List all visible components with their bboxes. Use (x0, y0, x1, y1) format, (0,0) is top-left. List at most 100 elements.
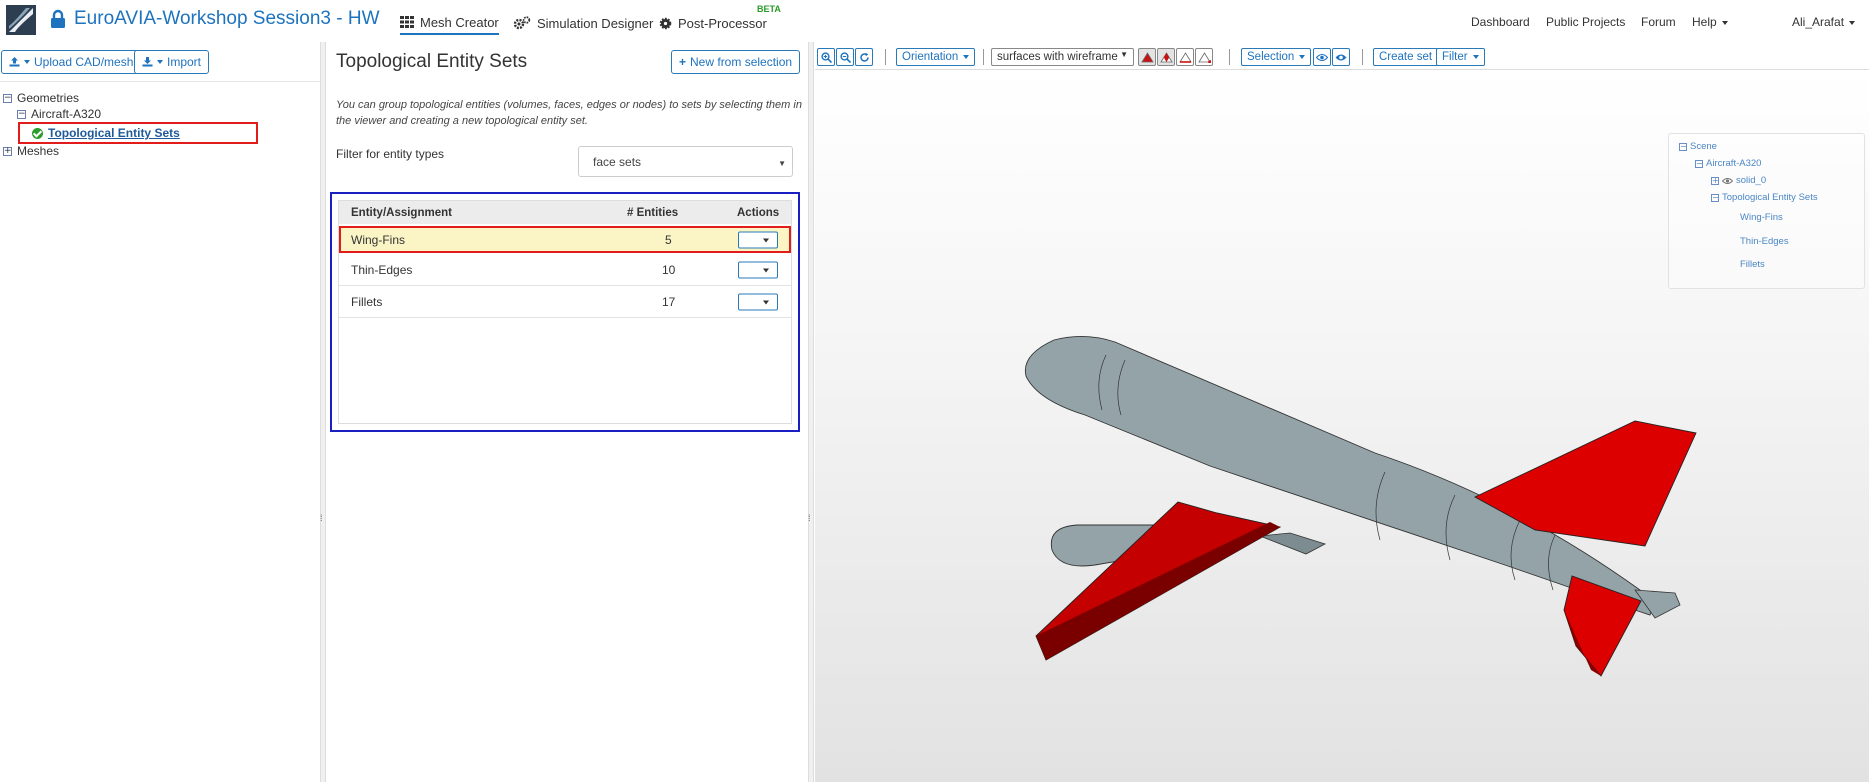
resize-handle-icon[interactable]: ⁞ (808, 513, 811, 523)
scene-tree-overlay: − Scene − Aircraft-A320 + solid_0 − Topo… (1668, 133, 1865, 289)
table-row[interactable]: Wing-Fins 5 (339, 226, 791, 253)
table-header: Entity/Assignment # Entities Actions (339, 201, 791, 224)
scene-tree-aircraft[interactable]: − Aircraft-A320 (1695, 158, 1761, 169)
eye-show-icon[interactable] (1332, 48, 1350, 66)
tree-label: Meshes (17, 144, 60, 158)
new-from-selection-button[interactable]: + New from selection (671, 50, 801, 74)
upload-button-label: Upload CAD/mesh (34, 55, 134, 69)
selection-dropdown[interactable]: Selection (1241, 48, 1312, 66)
selection-label: Selection (1247, 51, 1295, 63)
tab-label: Mesh Creator (420, 14, 499, 30)
upload-cad-mesh-button[interactable]: Upload CAD/mesh (1, 50, 142, 74)
row-actions-dropdown[interactable] (738, 293, 778, 310)
entity-name: Fillets (351, 294, 383, 309)
nav-help-menu[interactable]: Help (1692, 15, 1728, 29)
nav-forum-link[interactable]: Forum (1641, 15, 1676, 29)
tab-post-processor[interactable]: Post-Processor (659, 13, 767, 33)
plus-icon: + (679, 55, 687, 69)
toolbar-divider (1362, 49, 1363, 65)
collapse-icon[interactable]: − (1711, 193, 1719, 202)
tree-label: Aircraft-A320 (31, 107, 102, 121)
scene-label: Topological Entity Sets (1722, 192, 1818, 203)
entity-count: 17 (662, 294, 676, 309)
scene-tree-set-item[interactable]: Thin-Edges (1740, 236, 1789, 247)
chevron-down-icon (24, 60, 30, 64)
user-menu[interactable]: Ali_Arafat (1792, 15, 1856, 29)
chevron-down-icon (157, 60, 163, 64)
zoom-out-icon[interactable] (836, 48, 854, 66)
select-faces-icon[interactable] (1157, 48, 1175, 66)
row-actions-dropdown[interactable] (738, 261, 778, 278)
eye-hide-icon[interactable] (1313, 48, 1331, 66)
collapse-icon[interactable]: − (1679, 142, 1687, 151)
3d-canvas[interactable]: − Scene − Aircraft-A320 + solid_0 − Topo… (815, 70, 1869, 782)
select-edges-icon[interactable] (1176, 48, 1194, 66)
tab-label: Simulation Designer (537, 15, 654, 31)
entity-type-filter-select[interactable]: face sets ▼ (578, 146, 793, 177)
expand-icon[interactable]: + (3, 146, 12, 156)
zoom-in-icon[interactable] (817, 48, 835, 66)
tree-item-geometries[interactable]: − Geometries (3, 91, 79, 105)
eye-icon[interactable] (1722, 177, 1733, 185)
chevron-down-icon (1299, 55, 1306, 59)
entity-count: 10 (662, 262, 676, 277)
scene-label: Aircraft-A320 (1706, 158, 1762, 169)
filter-label: Filter for entity types (336, 147, 445, 161)
description-text: You can group topological entities (volu… (336, 99, 802, 127)
left-splitter[interactable] (320, 42, 326, 782)
entity-sets-panel: Topological Entity Sets + New from selec… (327, 42, 809, 782)
filter-dropdown[interactable]: Filter (1436, 48, 1485, 66)
import-button[interactable]: Import (134, 50, 210, 74)
create-set-button[interactable]: Create set (1373, 48, 1439, 66)
nav-dashboard-link[interactable]: Dashboard (1471, 15, 1530, 29)
upload-icon (9, 57, 20, 67)
tab-simulation-designer[interactable]: Simulation Designer (513, 13, 653, 33)
beta-badge: BETA (757, 4, 781, 14)
viewer-toolbar: Orientation surfaces with wireframe ▼ Sel… (815, 42, 1869, 70)
render-mode-select[interactable]: surfaces with wireframe ▼ (991, 48, 1134, 66)
table-row[interactable]: Fillets 17 (339, 286, 791, 318)
scene-tree-root[interactable]: − Scene (1679, 141, 1717, 152)
scene-tree-entity-sets[interactable]: − Topological Entity Sets (1711, 192, 1818, 203)
page-title: Topological Entity Sets (336, 51, 528, 72)
toolbar-divider (885, 49, 886, 65)
chevron-down-icon (763, 238, 769, 242)
render-mode-value: surfaces with wireframe (997, 51, 1118, 63)
project-title[interactable]: EuroAVIA-Workshop Session3 - HW (74, 8, 380, 30)
right-splitter[interactable] (808, 42, 814, 782)
import-button-label: Import (167, 55, 202, 69)
reset-view-icon[interactable] (855, 48, 873, 66)
column-header-actions: Actions (737, 206, 780, 219)
tab-mesh-creator[interactable]: Mesh Creator (400, 13, 499, 35)
scene-tree-solid[interactable]: + solid_0 (1711, 175, 1766, 186)
collapse-icon[interactable]: − (17, 109, 26, 119)
tree-label: Topological Entity Sets (48, 126, 180, 140)
download-icon (142, 57, 153, 67)
chevron-down-icon (1472, 55, 1479, 59)
create-set-label: Create set (1379, 51, 1433, 63)
gear-icon (659, 17, 672, 29)
check-circle-icon (32, 127, 43, 139)
orientation-dropdown[interactable]: Orientation (896, 48, 976, 66)
divider (0, 81, 320, 82)
table-row[interactable]: Thin-Edges 10 (339, 254, 791, 286)
row-actions-dropdown[interactable] (738, 231, 778, 248)
tree-item-aircraft[interactable]: − Aircraft-A320 (17, 107, 101, 121)
select-volumes-icon[interactable] (1138, 48, 1156, 66)
tree-item-meshes[interactable]: + Meshes (3, 144, 59, 158)
scene-tree-set-item[interactable]: Wing-Fins (1740, 212, 1783, 223)
app-logo[interactable] (6, 5, 36, 35)
nav-public-projects-link[interactable]: Public Projects (1546, 15, 1625, 29)
resize-handle-icon[interactable]: ⁞ (320, 513, 323, 523)
chevron-down-icon (1721, 20, 1728, 25)
orientation-label: Orientation (902, 51, 959, 63)
tree-item-topological-entity-sets[interactable]: Topological Entity Sets (32, 126, 180, 140)
select-nodes-icon[interactable] (1195, 48, 1213, 66)
chevron-down-icon: ▼ (1120, 50, 1128, 59)
expand-icon[interactable]: + (1711, 176, 1719, 185)
collapse-icon[interactable]: − (3, 93, 12, 103)
chevron-down-icon (963, 55, 970, 59)
scene-tree-set-item[interactable]: Fillets (1740, 259, 1765, 270)
column-header-count: # Entities (627, 206, 679, 219)
collapse-icon[interactable]: − (1695, 159, 1703, 168)
